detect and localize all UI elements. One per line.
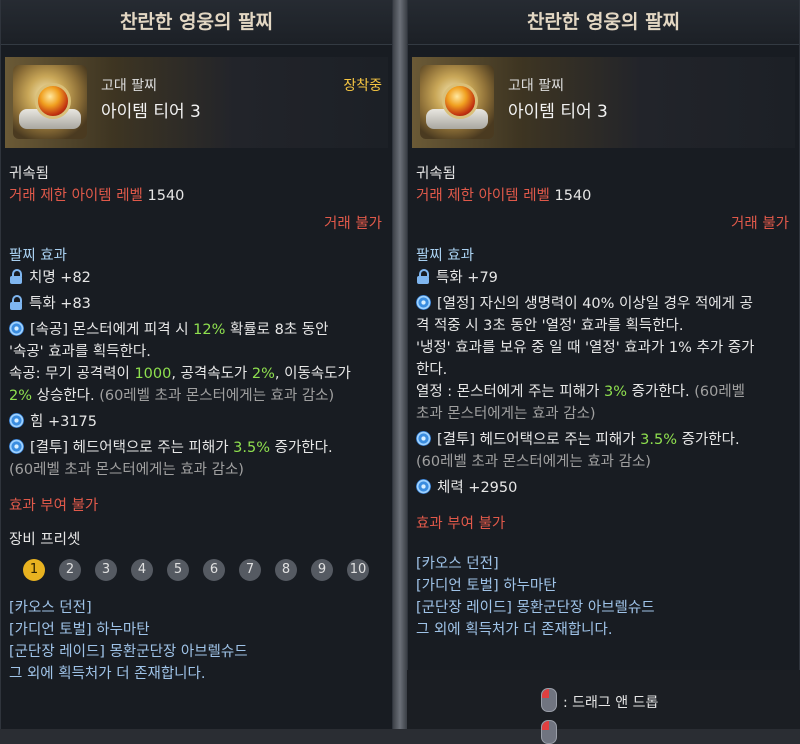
panel-gap <box>393 0 407 729</box>
preset-button[interactable]: 5 <box>167 559 189 581</box>
bracelet-icon <box>420 65 494 139</box>
source-item: [카오스 던전] <box>9 600 92 616</box>
swirl-icon <box>416 479 431 494</box>
effect-line: (60레벨 초과 몬스터에게는 효과 감소) <box>416 454 651 470</box>
source-list: [카오스 던전] [가디언 토벌] 하누마탄 [군단장 레이드] 몽환군단장 아… <box>416 553 789 641</box>
item-header: 고대 팔찌 아이템 티어 3 <box>412 57 795 148</box>
effect-line: 속공: 무기 공격력이 1000, 공격속도가 2%, 이동속도가 <box>9 366 351 382</box>
effect-line: [열정] 자신의 생명력이 40% 이상일 경우 적에게 공 <box>416 293 789 315</box>
item-details: 귀속됨 거래 제한 아이템 레벨 1540 거래 불가 팔찌 효과 치명 +82… <box>9 163 382 685</box>
swirl-icon <box>416 295 431 310</box>
trade-status: 거래 불가 <box>324 216 382 232</box>
mouse-icon <box>541 720 557 744</box>
bound-status: 귀속됨 <box>416 166 457 182</box>
item-grade: 고대 팔찌 <box>508 78 564 94</box>
effect-line: '냉정' 효과를 보유 중 일 때 '열정' 효과가 1% 추가 증가 <box>416 340 755 356</box>
swirl-icon <box>9 439 24 454</box>
bracelet-icon <box>13 65 87 139</box>
effect-header: 팔찌 효과 <box>416 248 474 264</box>
effect-line: 격 적중 시 3초 동안 '열정' 효과를 획득한다. <box>416 318 684 334</box>
stat-line: 특화 +83 <box>9 293 382 315</box>
stat-line: 특화 +79 <box>416 267 789 289</box>
source-item: [카오스 던전] <box>416 556 499 572</box>
item-tier: 아이템 티어 3 <box>101 102 201 122</box>
no-grant-status: 효과 부여 불가 <box>416 516 506 532</box>
preset-button[interactable]: 2 <box>59 559 81 581</box>
item-title: 찬란한 영웅의 팔찌 <box>1 0 392 45</box>
swirl-icon <box>9 321 24 336</box>
effect-header: 팔찌 효과 <box>9 248 67 264</box>
item-details: 귀속됨 거래 제한 아이템 레벨 1540 거래 불가 팔찌 효과 특화 +79… <box>416 163 789 641</box>
preset-list: 1 2 3 4 5 6 7 8 9 10 <box>23 559 382 581</box>
effect-line: [결투] 헤드어택으로 주는 피해가 3.5% 증가한다. <box>9 437 382 459</box>
preset-button[interactable]: 4 <box>131 559 153 581</box>
stat-line: 힘 +3175 <box>9 411 382 433</box>
level-requirement: 거래 제한 아이템 레벨 1540 <box>9 188 185 204</box>
swirl-icon <box>416 431 431 446</box>
item-header: 고대 팔찌 아이템 티어 3 장착중 <box>5 57 388 148</box>
effect-line: 한다. <box>416 362 448 378</box>
effect-line: 열정 : 몬스터에게 주는 피해가 3% 증가한다. (60레벨 <box>416 384 746 400</box>
item-tier: 아이템 티어 3 <box>508 102 608 122</box>
preset-button[interactable]: 9 <box>311 559 333 581</box>
item-grade: 고대 팔찌 <box>101 78 157 94</box>
source-item: [가디언 토벌] 하누마탄 <box>9 622 150 638</box>
lock-icon <box>416 269 430 284</box>
equipped-badge: 장착중 <box>343 78 382 94</box>
effect-line: [결투] 헤드어택으로 주는 피해가 3.5% 증가한다. <box>416 429 789 451</box>
stat-line: 체력 +2950 <box>416 477 789 499</box>
effect-line: (60레벨 초과 몬스터에게는 효과 감소) <box>9 462 244 478</box>
effect-line: 초과 몬스터에게는 효과 감소) <box>416 406 596 422</box>
source-item: [군단장 레이드] 몽환군단장 아브렐슈드 <box>9 644 248 660</box>
tooltip-left: 찬란한 영웅의 팔찌 고대 팔찌 아이템 티어 3 장착중 귀속됨 거래 제한 … <box>0 0 393 729</box>
level-requirement: 거래 제한 아이템 레벨 1540 <box>416 188 592 204</box>
stat-line: 치명 +82 <box>9 267 382 289</box>
source-item: [군단장 레이드] 몽환군단장 아브렐슈드 <box>416 600 655 616</box>
preset-label: 장비 프리셋 <box>9 532 81 548</box>
source-item: 그 외에 획득처가 더 존재합니다. <box>416 622 613 638</box>
drag-drop-hint: : 드래그 앤 드롭 <box>563 695 659 711</box>
source-item: [가디언 토벌] 하누마탄 <box>416 578 557 594</box>
tooltip-right: 찬란한 영웅의 팔찌 고대 팔찌 아이템 티어 3 귀속됨 거래 제한 아이템 … <box>407 0 800 729</box>
source-item: 그 외에 획득처가 더 존재합니다. <box>9 666 206 682</box>
trade-status: 거래 불가 <box>731 216 789 232</box>
no-grant-status: 효과 부여 불가 <box>9 498 99 514</box>
preset-button[interactable]: 3 <box>95 559 117 581</box>
effect-line: '속공' 효과를 획득한다. <box>9 344 151 360</box>
preset-button[interactable]: 7 <box>239 559 261 581</box>
lock-icon <box>9 295 23 310</box>
effect-line: [속공] 몬스터에게 피격 시 12% 확률로 8초 동안 <box>9 319 382 341</box>
bound-status: 귀속됨 <box>9 166 50 182</box>
preset-button[interactable]: 10 <box>347 559 369 581</box>
preset-button[interactable]: 1 <box>23 559 45 581</box>
effect-line: 2% 상승한다. (60레벨 초과 몬스터에게는 효과 감소) <box>9 388 335 404</box>
preset-button[interactable]: 6 <box>203 559 225 581</box>
swirl-icon <box>9 413 24 428</box>
preset-button[interactable]: 8 <box>275 559 297 581</box>
mouse-icon <box>541 688 557 712</box>
lock-icon <box>9 269 23 284</box>
control-hints: : 드래그 앤 드롭 <box>407 670 800 744</box>
item-title: 찬란한 영웅의 팔찌 <box>408 0 799 45</box>
source-list: [카오스 던전] [가디언 토벌] 하누마탄 [군단장 레이드] 몽환군단장 아… <box>9 597 382 685</box>
